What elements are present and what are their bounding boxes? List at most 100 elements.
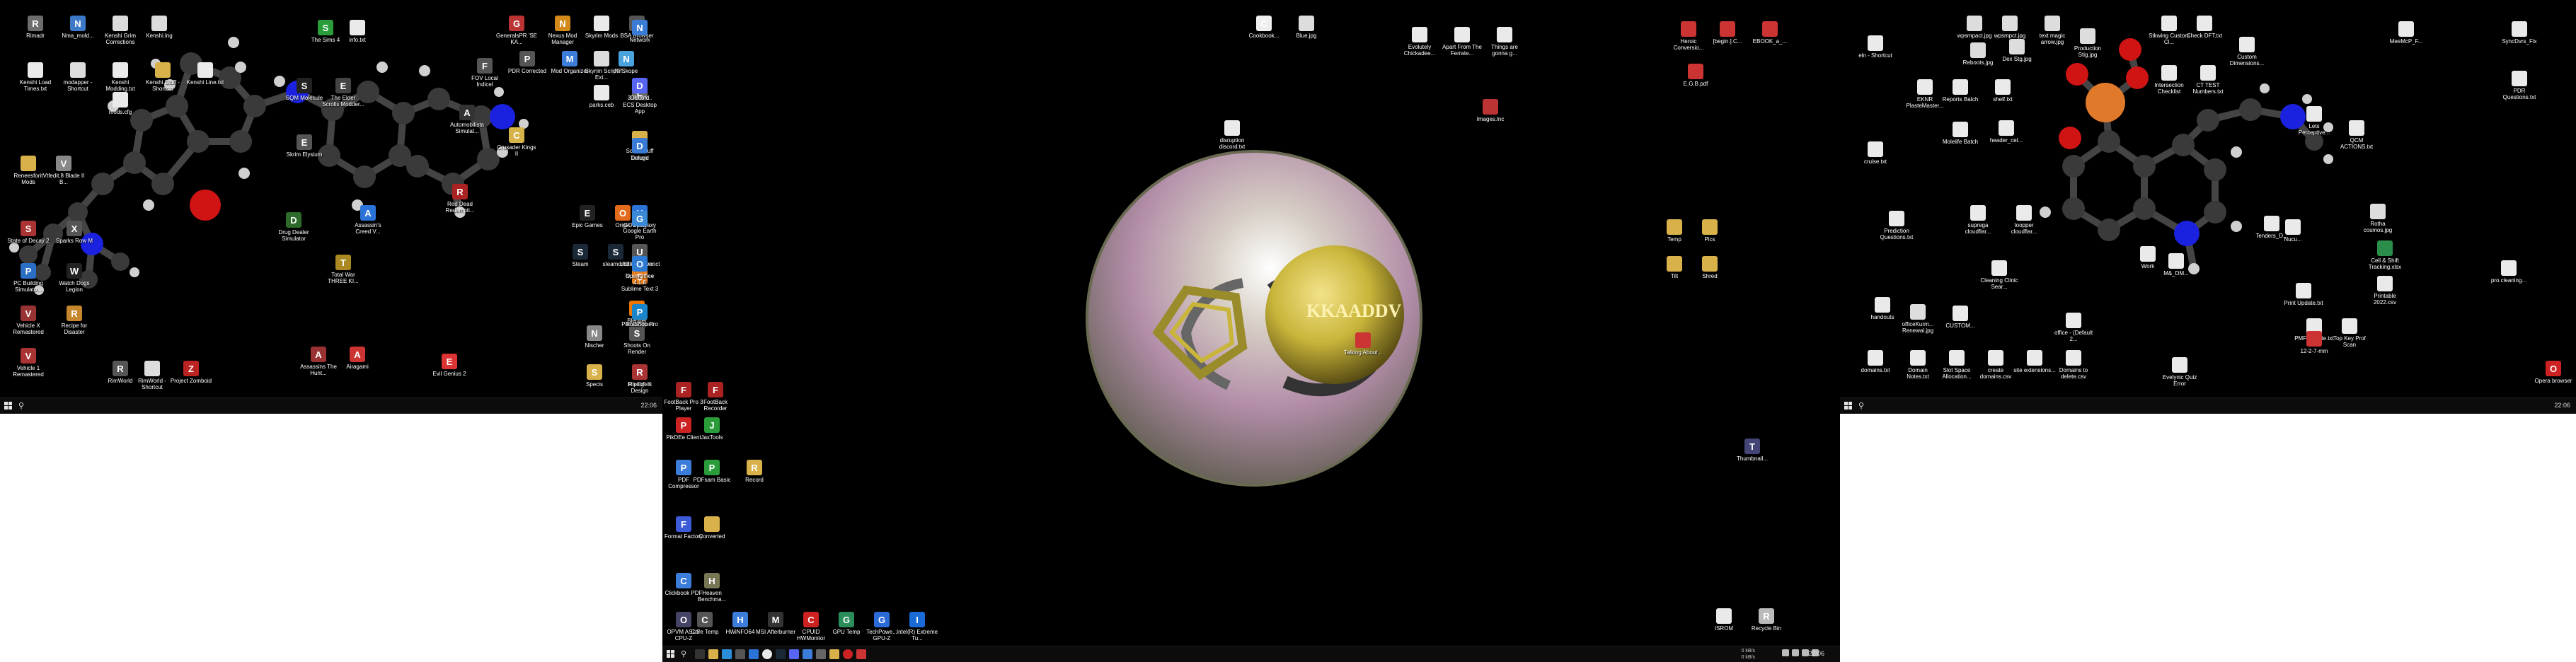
desktop-icon-kenshi-modding[interactable]: Kenshi Modding.txt — [99, 62, 142, 92]
desktop-icon-evelynic-quiz[interactable]: Evelynic Quiz Error — [2158, 357, 2201, 387]
desktop-icon-office-default[interactable]: office - (Default 2... — [2052, 313, 2095, 342]
desktop-icon-parks-ceb[interactable]: parks.ceb — [580, 85, 623, 108]
desktop-icon-openoffice[interactable]: O OpenOffice 4.1.8 — [619, 256, 661, 286]
desktop-icon-rimadr[interactable]: R Rimadr — [14, 16, 57, 39]
desktop-icon-talking-about[interactable]: Talking About... — [1342, 332, 1384, 356]
desktop-icon-project-zomboid[interactable]: Z Project Zomboid — [170, 361, 212, 384]
desktop-icon-rimworld-shortcut[interactable]: RimWorld - Shortcut — [131, 361, 173, 390]
desktop-icon-footback-recorder[interactable]: F FootBack Recorder — [694, 382, 737, 412]
desktop-icon-create-domains[interactable]: create domains.csv — [1974, 350, 2017, 380]
network-icon[interactable] — [1792, 649, 1799, 656]
desktop-icon-wpsmpct[interactable]: wpsmpct.jpg — [1989, 16, 2031, 39]
desktop-icon-elder-scrolls[interactable]: E The Elder Scrolls Modder... — [322, 78, 364, 108]
desktop-icon-specis[interactable]: S Specis — [573, 364, 616, 388]
discord-icon[interactable] — [789, 649, 799, 659]
desktop-icon-kenshi-grim[interactable]: Kenshi Grim Corrections — [99, 16, 142, 45]
desktop-icon-domains-txt[interactable]: domains.txt — [1854, 350, 1897, 373]
steam-icon[interactable] — [776, 649, 786, 659]
desktop-icon-custom-dimensions[interactable]: Custom Dimensions... — [2226, 37, 2268, 66]
desktop-icon-printable-2022[interactable]: Printable 2022.csv — [2364, 276, 2406, 306]
desktop-icon-domains-delete[interactable]: Domains to delete.csv — [2052, 350, 2095, 380]
desktop-icon-rotha-cosmos[interactable]: Rotha cosmos.jpg — [2357, 204, 2399, 233]
desktop-icon-red-dead[interactable]: R Red Dead Redempti... — [439, 184, 481, 214]
desktop-icon-pics[interactable]: Pics — [1689, 219, 1731, 243]
desktop-icon-vtfedit[interactable]: V Vtfedit.8 Blade II B... — [42, 156, 85, 185]
desktop-icon-begin-c[interactable]: [begin.].C... — [1706, 21, 1749, 45]
store-icon[interactable] — [735, 649, 745, 659]
desktop-icon-vehicle-x[interactable]: V Vehicle X Remastered — [7, 306, 50, 335]
start-button[interactable] — [4, 402, 12, 410]
desktop-icon-cell-shift[interactable]: Cell & Shift Tracking.xlsx — [2364, 240, 2406, 270]
explorer-icon[interactable] — [803, 649, 812, 659]
desktop-icon-sparks-row[interactable]: X Sparks Row M — [53, 221, 96, 244]
desktop-icon-header-cel[interactable]: header_cel... — [1985, 120, 2028, 144]
desktop-icon-pc-building-sim[interactable]: P PC Building Simulato... — [7, 263, 50, 293]
desktop-icon-paintshop[interactable]: P PaintShop Pro — [619, 304, 661, 327]
desktop-icon-m-dm[interactable]: M&_DM... — [2155, 253, 2197, 277]
desktop-icon-airagami[interactable]: A Airagami — [336, 347, 379, 370]
desktop-icon-reports-batch[interactable]: Reports Batch — [1939, 79, 1982, 103]
desktop-icon-disruption-discord[interactable]: disruption discord.txt — [1211, 120, 1253, 150]
desktop-icon-nifskope[interactable]: N NifSkope — [605, 51, 648, 74]
desktop-icon-sqm-molecule[interactable]: S SQM Molecule — [283, 78, 326, 101]
desktop-icon-evil-genius[interactable]: E Evil Genius 2 — [428, 354, 471, 377]
desktop-icon-egb-pdf[interactable]: E.G.B.pdf — [1674, 64, 1717, 87]
desktop-icon-mods-cfg[interactable]: mods.cfg — [99, 92, 142, 115]
mail-icon[interactable] — [749, 649, 759, 659]
desktop-icon-google-earth[interactable]: G Google Earth Pro — [619, 211, 661, 240]
desktop-icon-slot-space[interactable]: Slot Space Allocation... — [1936, 350, 1978, 380]
desktop-icon-modapper[interactable]: modapper - Shortcut — [57, 62, 99, 92]
taskbar-clock[interactable]: 22:06 — [640, 402, 657, 409]
desktop-icon-pro-cleaning[interactable]: pro.cleaning... — [2488, 260, 2530, 284]
desktop-icon-automobilista[interactable]: A Automobilista Simulat... — [446, 105, 488, 134]
desktop-icon-production-stig[interactable]: Production Stig.jpg — [2066, 28, 2109, 58]
desktop-icon-prediction-questions[interactable]: Prediction Questions.txt — [1875, 211, 1918, 240]
desktop-icon-jaxtools[interactable]: J JaxTools — [691, 417, 733, 441]
desktop-icon-domain-notes[interactable]: Domain Notes.txt — [1897, 350, 1939, 380]
desktop-icon-shred[interactable]: Shred — [1689, 256, 1731, 279]
desktop-icon-state-of-decay[interactable]: S State of Decay 2 — [7, 221, 50, 244]
desktop-icon-drug-dealer[interactable]: D Drug Dealer Simulator — [272, 212, 315, 242]
desktop-icon-nma-mold[interactable]: N Nma_mold... — [57, 16, 99, 39]
search-icon[interactable]: ⚲ — [1858, 401, 1867, 410]
desktop-icon-meemcp[interactable]: MeeMcP_F... — [2385, 21, 2427, 45]
desktop-icon-intersection[interactable]: Intersection Checklist — [2148, 65, 2190, 95]
desktop-icon-vehicle-1[interactable]: V Vehicle 1 Remastered — [7, 348, 50, 378]
desktop-icon-crusader-kings[interactable]: C Crusader Kings II — [495, 127, 538, 157]
file-explorer-icon[interactable] — [708, 649, 718, 659]
desktop-icon-ebook[interactable]: EBOOK_a_... — [1749, 21, 1791, 45]
desktop-icon-site-extensions[interactable]: site extensions... — [2013, 350, 2056, 373]
desktop-icon-molelife[interactable]: Molelife Batch — [1939, 122, 1982, 145]
desktop-icon-info-txt[interactable]: info.txt — [336, 20, 379, 43]
desktop-icon-eln-shortcut[interactable]: eln - Shortcut — [1854, 35, 1897, 59]
folder-icon[interactable] — [829, 649, 839, 659]
desktop-icon-cleaning-clinic[interactable]: Cleaning Clinic Sear... — [1978, 260, 2020, 290]
desktop-icon-print-update[interactable]: Print Update.txt — [2282, 283, 2325, 306]
desktop-icon-opera-browser[interactable]: O Opera browser — [2532, 361, 2575, 384]
desktop-icon-total-war[interactable]: T Total War THREE KI... — [322, 255, 364, 284]
desktop-icon-nucu[interactable]: Nucu... — [2272, 219, 2314, 243]
desktop-icon-deluge[interactable]: D Deluge — [619, 138, 661, 161]
start-button[interactable] — [1844, 402, 1852, 410]
desktop-icon-blue-jpg[interactable]: Blue.jpg — [1285, 16, 1328, 39]
desktop-icon-qcm-actions[interactable]: QCM ACTIONS.txt — [2335, 120, 2378, 150]
chrome-icon[interactable] — [762, 649, 772, 659]
desktop-icon-evolutely[interactable]: Evolutely Chickadee... — [1398, 27, 1441, 57]
desktop-icon-kenshi-lng[interactable]: Kenshi.lng — [138, 16, 180, 39]
desktop-icon-recipe-disaster[interactable]: R Recipe for Disaster — [53, 306, 96, 335]
desktop-icon-generals-pr[interactable]: G GeneralsPR 'SE KA... — [495, 16, 538, 45]
opera-icon[interactable] — [843, 649, 853, 659]
taskbar-clock[interactable]: 22:06 — [2554, 402, 2570, 409]
desktop-icon-office-kurm[interactable]: officeKurm... Renewal.jpg — [1897, 304, 1939, 334]
desktop-icon-syncdvrs[interactable]: SyncDvrs_Fix — [2498, 21, 2541, 45]
desktop-icon-dex-stg[interactable]: Dex Stg.jpg — [1996, 39, 2038, 62]
desktop-icon-12-2-7-mm[interactable]: 12-2-7-mm — [2293, 331, 2335, 354]
desktop-icon-pdr-questions[interactable]: PDR Questions.txt — [2498, 71, 2541, 100]
desktop-icon-nischer[interactable]: N Nischer — [573, 325, 616, 349]
desktop-icon-things-gonna[interactable]: Things are gonna g... — [1483, 27, 1526, 57]
search-icon[interactable]: ⚲ — [18, 401, 27, 410]
chevron-up-icon[interactable] — [1782, 649, 1789, 656]
desktop-icon-discord[interactable]: D Discord — [619, 78, 661, 101]
desktop-icon-recycle-bin[interactable]: R Recycle Bin — [1745, 608, 1788, 632]
desktop-icon-apart-from[interactable]: Apart From The Ferrate... — [1441, 27, 1483, 57]
